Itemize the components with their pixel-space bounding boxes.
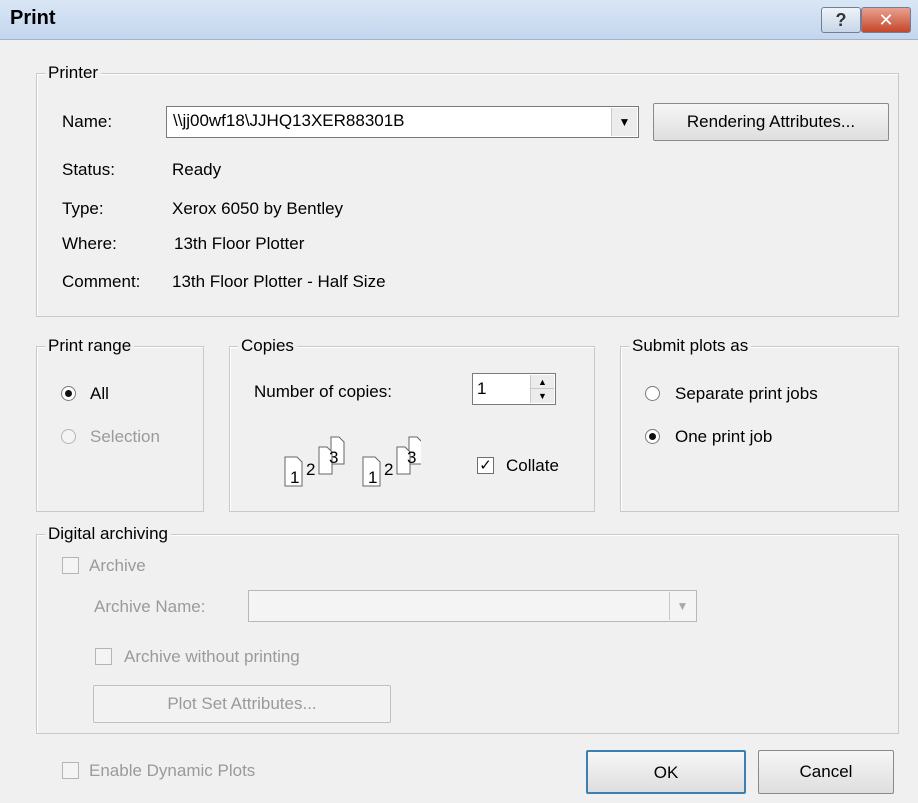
ok-button[interactable]: OK	[586, 750, 746, 794]
type-label: Type:	[62, 199, 104, 218]
plot-set-attributes-button[interactable]: Plot Set Attributes...	[93, 685, 391, 723]
print-range-legend: Print range	[45, 336, 135, 356]
selection-label[interactable]: Selection	[90, 426, 160, 448]
close-button[interactable]: ✕	[861, 7, 911, 33]
status-value: Ready	[172, 160, 222, 179]
page-2-b: 2	[384, 460, 393, 479]
all-label[interactable]: All	[90, 383, 109, 405]
collated-set-icon-2: 1 2 3	[362, 436, 421, 487]
digital-archiving-legend: Digital archiving	[45, 524, 171, 544]
archive-without-printing-label[interactable]: Archive without printing	[124, 646, 300, 668]
window-title: Print	[10, 7, 56, 29]
one-job-radio[interactable]	[645, 429, 660, 444]
where-value: 13th Floor Plotter	[174, 234, 305, 253]
rendering-attributes-button[interactable]: Rendering Attributes...	[653, 103, 889, 141]
printer-legend: Printer	[45, 63, 102, 83]
cancel-button[interactable]: Cancel	[758, 750, 894, 794]
enable-dynamic-plots-label[interactable]: Enable Dynamic Plots	[89, 760, 255, 782]
stepper-up-icon[interactable]: ▲	[531, 375, 554, 389]
page-2-a: 2	[306, 460, 315, 479]
status-label: Status:	[62, 160, 115, 179]
collate-pages-icon: 1 2 3 1 2 3	[284, 436, 421, 487]
title-bar: Print ? ✕	[0, 0, 918, 40]
comment-value: 13th Floor Plotter - Half Size	[172, 272, 386, 291]
number-of-copies-label: Number of copies:	[254, 382, 392, 401]
page-1-a: 1	[290, 468, 299, 487]
printer-name-select[interactable]: \\jj00wf18\JJHQ13XER88301B ▼	[166, 106, 639, 138]
type-value: Xerox 6050 by Bentley	[172, 199, 344, 218]
page-1-b: 1	[368, 468, 377, 487]
one-job-label[interactable]: One print job	[675, 426, 772, 448]
help-button[interactable]: ?	[821, 7, 861, 33]
archive-name-label: Archive Name:	[94, 597, 206, 616]
name-label: Name:	[62, 112, 113, 131]
archive-without-printing-checkbox[interactable]	[95, 648, 112, 665]
enable-dynamic-plots-checkbox[interactable]	[62, 762, 79, 779]
collated-set-icon: 1 2 3	[284, 436, 345, 487]
submit-plots-legend: Submit plots as	[629, 336, 752, 356]
copies-value: 1	[477, 379, 487, 398]
collate-label[interactable]: Collate	[506, 455, 559, 477]
comment-label: Comment:	[62, 272, 141, 291]
stepper-down-icon[interactable]: ▼	[531, 389, 554, 403]
separate-jobs-radio[interactable]	[645, 386, 660, 401]
copies-stepper[interactable]: 1 ▲ ▼	[472, 373, 556, 405]
archive-name-select[interactable]: ▼	[248, 590, 697, 622]
chevron-down-icon: ▼	[669, 592, 695, 620]
archive-checkbox[interactable]	[62, 557, 79, 574]
page-3-a: 3	[329, 448, 338, 467]
chevron-down-icon: ▼	[611, 108, 637, 136]
selection-radio[interactable]	[61, 429, 76, 444]
all-radio[interactable]	[61, 386, 76, 401]
stepper-buttons: ▲ ▼	[530, 375, 554, 403]
where-label: Where:	[62, 234, 117, 253]
archive-label[interactable]: Archive	[89, 555, 146, 577]
copies-legend: Copies	[238, 336, 297, 356]
collate-checkbox[interactable]: ✓	[477, 457, 494, 474]
page-3-b: 3	[407, 448, 416, 467]
separate-jobs-label[interactable]: Separate print jobs	[675, 383, 818, 405]
printer-name-value: \\jj00wf18\JJHQ13XER88301B	[173, 111, 405, 130]
